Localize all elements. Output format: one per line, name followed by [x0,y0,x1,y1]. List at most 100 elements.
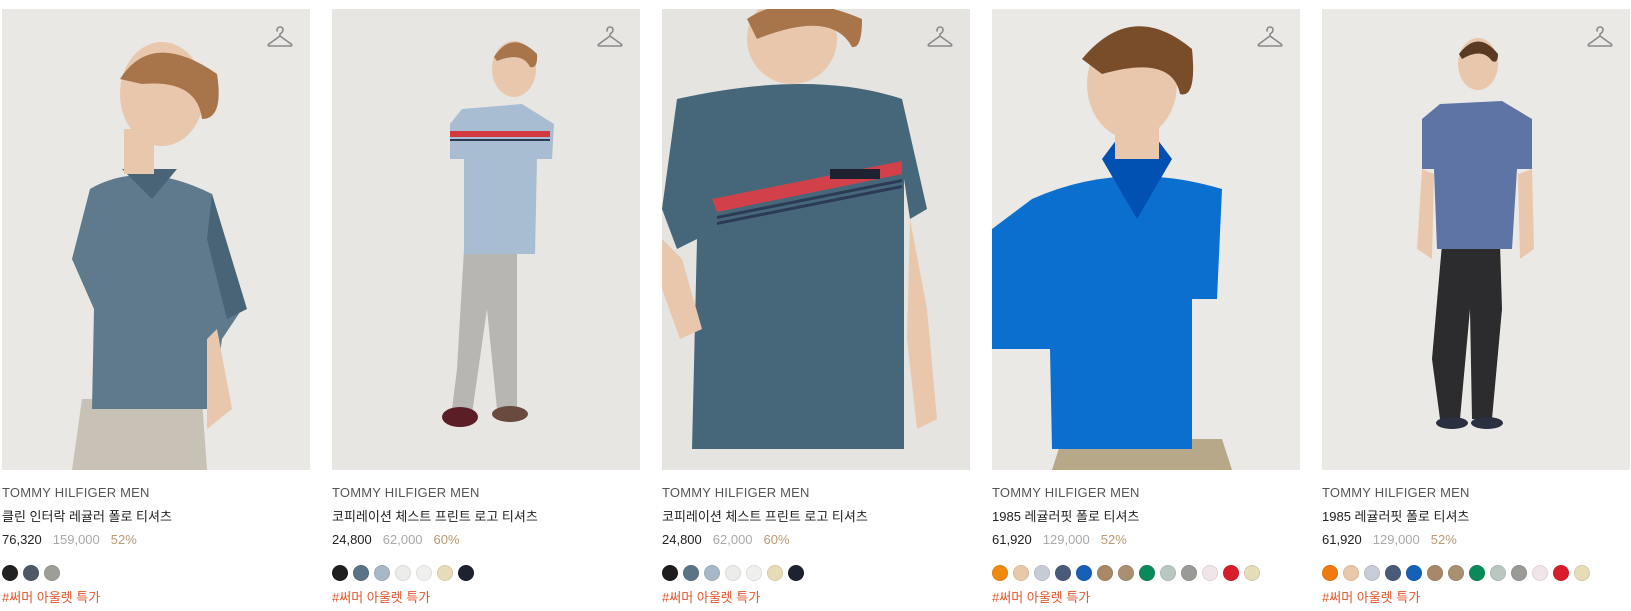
promo-tag[interactable]: #써머 아울렛 특가 [992,590,1300,606]
color-swatch[interactable] [23,565,39,581]
color-swatch[interactable] [353,565,369,581]
color-swatch[interactable] [1343,565,1359,581]
color-swatch[interactable] [1427,565,1443,581]
product-card[interactable]: TOMMY HILFIGER MEN 클린 인터락 레귤러 폴로 티셔츠 76,32… [2,9,310,606]
product-grid: TOMMY HILFIGER MEN 클린 인터락 레귤러 폴로 티셔츠 76,32… [0,0,1631,611]
product-image[interactable] [332,9,640,470]
color-swatch[interactable] [1223,565,1239,581]
color-swatch[interactable] [1076,565,1092,581]
color-swatch[interactable] [767,565,783,581]
product-image[interactable] [2,9,310,470]
color-swatch[interactable] [1244,565,1260,581]
color-swatch[interactable] [416,565,432,581]
product-name[interactable]: 코피레이션 체스트 프린트 로고 티셔츠 [662,509,970,525]
color-swatch[interactable] [1511,565,1527,581]
sale-price: 24,800 [332,532,372,547]
color-swatch[interactable] [1202,565,1218,581]
brand-name[interactable]: TOMMY HILFIGER MEN [662,485,970,501]
product-name[interactable]: 클린 인터락 레귤러 폴로 티셔츠 [2,509,310,525]
hanger-icon[interactable] [267,26,293,48]
color-swatches [332,565,640,581]
color-swatch[interactable] [746,565,762,581]
product-name[interactable]: 코피레이션 체스트 프린트 로고 티셔츠 [332,509,640,525]
brand-name[interactable]: TOMMY HILFIGER MEN [332,485,640,501]
original-price: 159,000 [52,532,100,547]
price-row: 24,800 62,000 60% [332,532,640,548]
color-swatch[interactable] [44,565,60,581]
price-row: 61,920 129,000 52% [1322,532,1630,548]
product-photo[interactable] [992,9,1300,470]
product-card[interactable]: TOMMY HILFIGER MEN 코피레이션 체스트 프린트 로고 티셔츠 24… [332,9,640,606]
product-photo[interactable] [332,9,640,470]
promo-tag[interactable]: #써머 아울렛 특가 [1322,590,1630,606]
color-swatch[interactable] [1448,565,1464,581]
color-swatch[interactable] [458,565,474,581]
color-swatch[interactable] [1574,565,1590,581]
color-swatch[interactable] [1532,565,1548,581]
color-swatch[interactable] [683,565,699,581]
product-name[interactable]: 1985 레귤러핏 폴로 티셔츠 [992,509,1300,525]
brand-name[interactable]: TOMMY HILFIGER MEN [1322,485,1630,501]
color-swatch[interactable] [1469,565,1485,581]
hanger-icon[interactable] [927,26,953,48]
color-swatch[interactable] [1097,565,1113,581]
discount-rate: 52% [1100,532,1127,547]
color-swatch[interactable] [1490,565,1506,581]
color-swatch[interactable] [725,565,741,581]
product-image[interactable] [1322,9,1630,470]
sale-price: 76,320 [2,532,42,547]
color-swatch[interactable] [662,565,678,581]
brand-name[interactable]: TOMMY HILFIGER MEN [992,485,1300,501]
color-swatch[interactable] [1118,565,1134,581]
product-image[interactable] [662,9,970,470]
product-image[interactable] [992,9,1300,470]
product-photo[interactable] [1322,9,1630,470]
color-swatch[interactable] [1181,565,1197,581]
color-swatches [662,565,970,581]
color-swatch[interactable] [437,565,453,581]
color-swatch[interactable] [1013,565,1029,581]
color-swatch[interactable] [374,565,390,581]
sale-price: 24,800 [662,532,702,547]
original-price: 62,000 [382,532,423,547]
discount-rate: 60% [433,532,460,547]
color-swatches [1322,565,1630,581]
product-photo[interactable] [662,9,970,470]
discount-rate: 52% [1430,532,1457,547]
color-swatch[interactable] [1406,565,1422,581]
color-swatch[interactable] [2,565,18,581]
brand-name[interactable]: TOMMY HILFIGER MEN [2,485,310,501]
color-swatch[interactable] [1034,565,1050,581]
color-swatch[interactable] [395,565,411,581]
color-swatch[interactable] [1553,565,1569,581]
color-swatch[interactable] [704,565,720,581]
sale-price: 61,920 [992,532,1032,547]
hanger-icon[interactable] [597,26,623,48]
product-card[interactable]: TOMMY HILFIGER MEN 1985 레귤러핏 폴로 티셔츠 61,920… [992,9,1300,606]
sale-price: 61,920 [1322,532,1362,547]
discount-rate: 52% [110,532,137,547]
original-price: 62,000 [712,532,753,547]
hanger-icon[interactable] [1587,26,1613,48]
product-photo[interactable] [2,9,310,470]
promo-tag[interactable]: #써머 아울렛 특가 [332,590,640,606]
promo-tag[interactable]: #써머 아울렛 특가 [2,590,310,606]
color-swatch[interactable] [1385,565,1401,581]
product-name[interactable]: 1985 레귤러핏 폴로 티셔츠 [1322,509,1630,525]
color-swatches [992,565,1300,581]
color-swatch[interactable] [332,565,348,581]
color-swatch[interactable] [1055,565,1071,581]
product-card[interactable]: TOMMY HILFIGER MEN 코피레이션 체스트 프린트 로고 티셔츠 24… [662,9,970,606]
color-swatch[interactable] [992,565,1008,581]
price-row: 61,920 129,000 52% [992,532,1300,548]
hanger-icon[interactable] [1257,26,1283,48]
color-swatch[interactable] [1322,565,1338,581]
color-swatch[interactable] [1139,565,1155,581]
product-card[interactable]: TOMMY HILFIGER MEN 1985 레귤러핏 폴로 티셔츠 61,920… [1322,9,1630,606]
original-price: 129,000 [1372,532,1420,547]
price-row: 24,800 62,000 60% [662,532,970,548]
color-swatch[interactable] [1160,565,1176,581]
color-swatch[interactable] [1364,565,1380,581]
promo-tag[interactable]: #써머 아울렛 특가 [662,590,970,606]
color-swatch[interactable] [788,565,804,581]
